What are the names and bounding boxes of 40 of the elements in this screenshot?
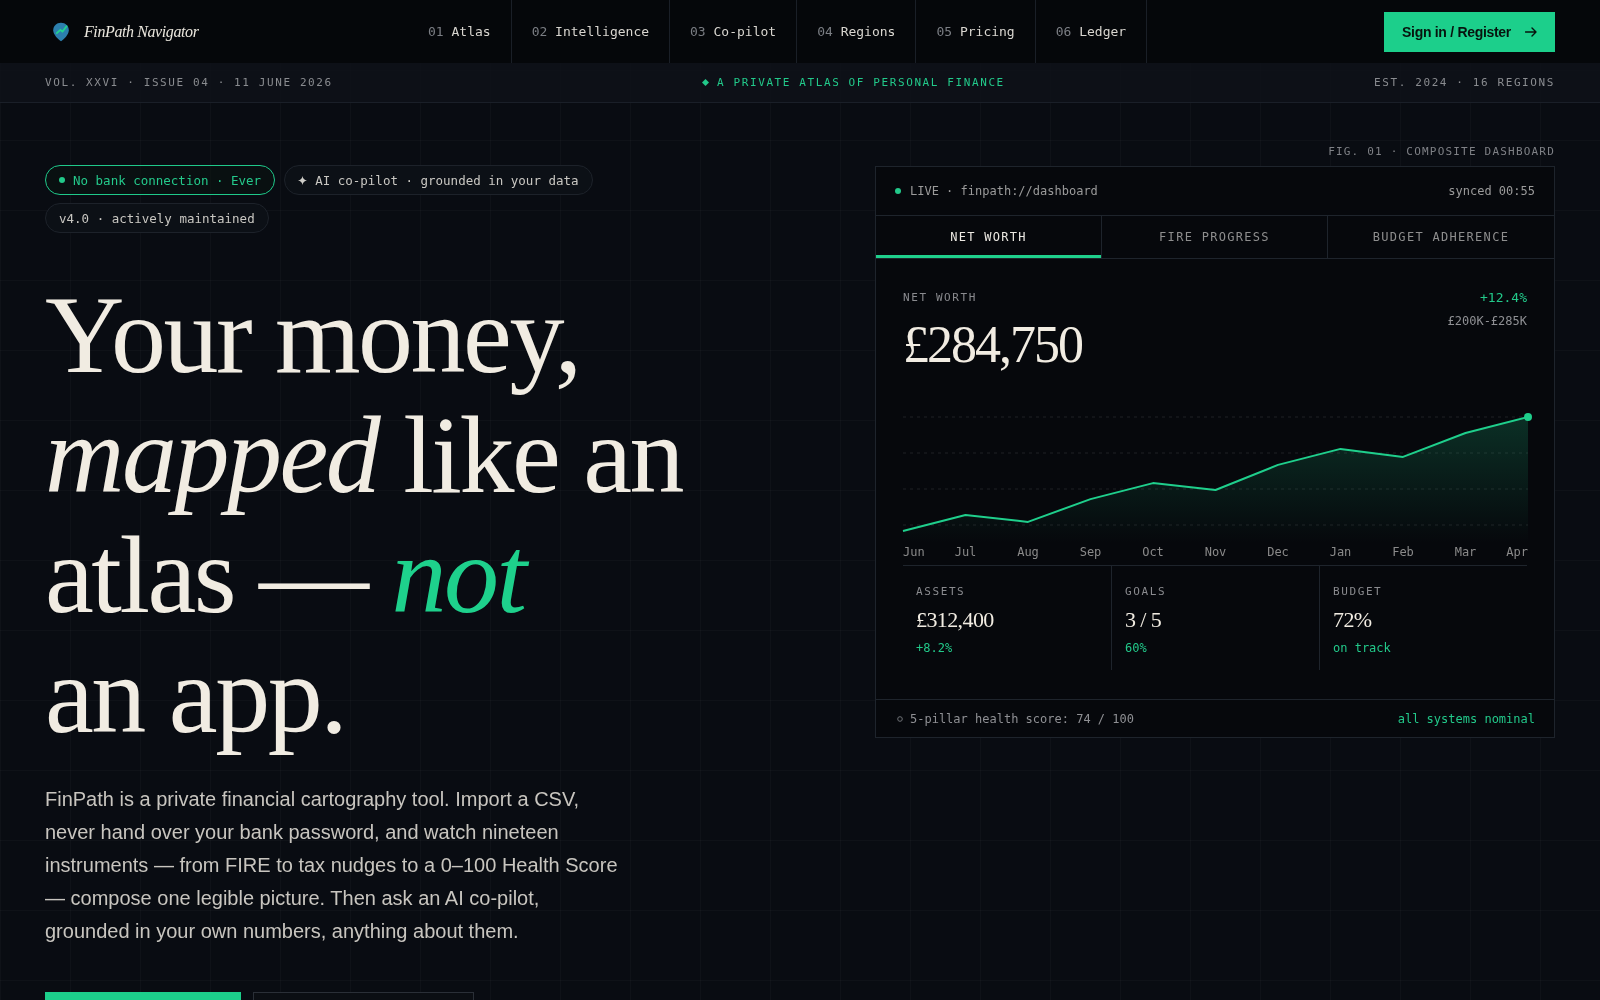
stat-label: ASSETS — [916, 585, 967, 599]
source-label: LIVE · finpath://dashboard — [910, 184, 1098, 198]
dashboard-tab[interactable]: FIRE PROGRESS — [1102, 216, 1328, 258]
pill-label: No bank connection · Ever — [73, 172, 262, 188]
stat-label: BUDGET — [1333, 585, 1384, 599]
sign-in-button[interactable]: Sign in / Register — [1384, 11, 1555, 52]
metric-range: £200K-£285K — [1447, 314, 1527, 328]
sparkle-icon — [298, 175, 308, 185]
stat-value: 3 / 5 — [1125, 607, 1163, 633]
arrow-right-icon — [1525, 26, 1537, 37]
sync-status: synced 00:55 — [1448, 184, 1535, 198]
primary-cta-button[interactable] — [45, 992, 241, 1000]
stat-note: 60% — [1125, 641, 1148, 655]
stat-label: GOALS — [1125, 585, 1168, 599]
status-dot-icon — [895, 188, 901, 194]
status-dot-icon — [59, 177, 65, 183]
metric-value: £284,750 — [903, 319, 1082, 371]
stat-value: £312,400 — [916, 607, 995, 633]
metric-change: +12.4% — [1479, 291, 1527, 305]
dashboard-tab[interactable]: BUDGET ADHERENCE — [1328, 216, 1554, 258]
issue-line: VOL. XXVI · ISSUE 04 · 11 JUNE 2026 — [45, 76, 333, 89]
intro-paragraph: FinPath is a private financial cartography tool. Import a CSV, never hand over your bank password, and watch nineteen instruments — from FIRE to tax nudges to a 0–100 Health Score — compose one legible picture. Then ask an AI co-pilot, grounded in your own numbers, anything about them. — [45, 787, 619, 944]
pill-label: AI co-pilot · grounded in your data — [315, 172, 579, 188]
stat-note: +8.2% — [916, 641, 954, 655]
brand-name: FinPath Navigator — [84, 22, 199, 41]
hero-headline: Your money, mapped like an atlas — not an app. — [45, 275, 684, 755]
metric-label: NET WORTH — [903, 291, 978, 305]
system-status-text: all systems nominal — [1397, 711, 1535, 726]
figure-caption: FIG. 01 · COMPOSITE DASHBOARD — [1327, 145, 1555, 159]
health-score-text: 5-pillar health score: 74 / 100 — [910, 711, 1134, 726]
dashboard-tab[interactable]: NET WORTH — [876, 216, 1102, 258]
diamond-icon — [702, 79, 710, 86]
pill-label: v4.0 · actively maintained — [59, 210, 255, 226]
stat-note: on track — [1333, 641, 1392, 655]
tagline: A PRIVATE ATLAS OF PERSONAL FINANCE — [717, 76, 1005, 89]
ring-icon — [897, 715, 903, 722]
established-line: EST. 2024 · 16 REGIONS — [1374, 76, 1555, 89]
map-pin-icon — [52, 21, 70, 42]
outline-cta-button[interactable] — [253, 992, 474, 1000]
stat-value: 72% — [1333, 607, 1373, 633]
